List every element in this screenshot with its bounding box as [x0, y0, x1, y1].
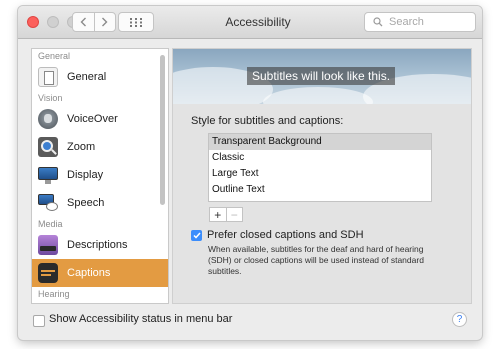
- prefer-sdh-checkbox[interactable]: [191, 230, 202, 241]
- status-menu-checkbox[interactable]: [33, 315, 45, 327]
- caption-style-list[interactable]: Transparent Background Classic Large Tex…: [208, 133, 432, 202]
- status-menu-label[interactable]: Show Accessibility status in menu bar: [49, 313, 232, 325]
- style-add-remove-control: + −: [209, 207, 243, 222]
- speech-icon: [38, 193, 58, 213]
- caption-style-item[interactable]: Large Text: [209, 166, 431, 182]
- voiceover-icon: [38, 109, 58, 129]
- preferences-window: Accessibility Search General General Vis…: [18, 6, 482, 340]
- minimize-button[interactable]: [47, 16, 59, 28]
- sidebar-category-media: Media: [38, 219, 63, 229]
- sidebar-item-label: VoiceOver: [67, 113, 118, 125]
- help-button[interactable]: ?: [452, 312, 467, 327]
- caption-style-item[interactable]: Transparent Background: [209, 134, 431, 150]
- show-all-button[interactable]: [118, 12, 154, 32]
- chevron-left-icon: [80, 17, 86, 27]
- help-icon: ?: [456, 314, 463, 325]
- zoom-icon: [38, 137, 58, 157]
- sidebar-category-general: General: [38, 51, 71, 61]
- prefer-sdh-description: When available, subtitles for the deaf a…: [208, 244, 424, 276]
- sidebar-item-label: Display: [67, 169, 104, 181]
- sidebar-item-label: Captions: [67, 267, 111, 279]
- sidebar[interactable]: General General Vision VoiceOver Zoom Di…: [31, 48, 169, 304]
- remove-style-button[interactable]: −: [227, 208, 243, 221]
- sidebar-category-vision: Vision: [38, 93, 63, 103]
- title-bar: Accessibility Search: [18, 6, 482, 39]
- caption-style-item[interactable]: Outline Text: [209, 182, 431, 198]
- window-title: Accessibility: [225, 15, 291, 29]
- caption-style-item[interactable]: Classic: [209, 150, 431, 166]
- general-icon: [38, 67, 58, 87]
- sidebar-item-label: Descriptions: [67, 239, 128, 251]
- sidebar-item-zoom[interactable]: Zoom: [32, 133, 168, 161]
- forward-button[interactable]: [93, 13, 116, 31]
- prefer-sdh-label[interactable]: Prefer closed captions and SDH: [207, 229, 364, 241]
- sidebar-scrollbar[interactable]: [160, 55, 165, 205]
- sidebar-item-speech[interactable]: Speech: [32, 189, 168, 217]
- sidebar-category-hearing: Hearing: [38, 289, 70, 299]
- sidebar-item-captions[interactable]: Captions: [32, 259, 168, 287]
- display-icon: [38, 165, 58, 185]
- chevron-right-icon: [102, 17, 108, 27]
- close-button[interactable]: [27, 16, 39, 28]
- search-placeholder: Search: [389, 16, 424, 28]
- captions-panel: Subtitles will look like this. Style for…: [172, 48, 472, 304]
- descriptions-icon: [38, 235, 58, 255]
- grid-icon: [130, 17, 142, 27]
- subtitle-preview: Subtitles will look like this.: [173, 49, 471, 104]
- sidebar-item-label: Speech: [67, 197, 105, 209]
- sidebar-item-voiceover[interactable]: VoiceOver: [32, 105, 168, 133]
- sidebar-item-label: General: [67, 71, 107, 83]
- sample-subtitle-text: Subtitles will look like this.: [247, 67, 396, 85]
- navigation-buttons: [72, 12, 116, 32]
- add-style-button[interactable]: +: [210, 208, 227, 221]
- checkmark-icon: [192, 232, 201, 239]
- style-label: Style for subtitles and captions:: [191, 115, 344, 127]
- sidebar-item-display[interactable]: Display: [32, 161, 168, 189]
- search-icon: [373, 17, 383, 27]
- back-button[interactable]: [73, 13, 94, 31]
- captions-icon: [38, 263, 58, 283]
- search-field[interactable]: Search: [364, 12, 476, 32]
- sidebar-item-descriptions[interactable]: Descriptions: [32, 231, 168, 259]
- sidebar-item-label: Zoom: [67, 141, 96, 153]
- sidebar-item-general[interactable]: General: [32, 63, 168, 91]
